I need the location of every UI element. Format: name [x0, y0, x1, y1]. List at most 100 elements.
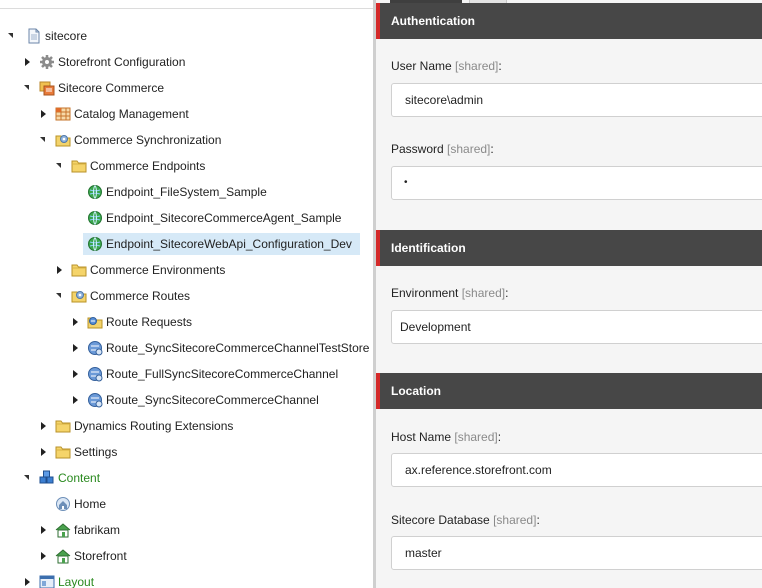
expand-toggle-route-sync[interactable] [71, 395, 81, 405]
tree-node-route-sync-teststore[interactable]: Route_SyncSitecoreCommerceChannelTestSto… [87, 337, 373, 359]
tree-node-label: Route_SyncSitecoreCommerceChannelTestSto… [106, 341, 370, 355]
expand-toggle-storefront[interactable] [39, 551, 49, 561]
field-label-text: Host Name [391, 430, 452, 444]
section-header-authentication[interactable]: Authentication [376, 3, 762, 39]
tree-node-commerce-routes[interactable]: Commerce Routes [71, 285, 194, 307]
expand-toggle-catalog-management[interactable] [39, 109, 49, 119]
expand-toggle-commerce-synchronization[interactable] [39, 135, 49, 145]
endpoint-globe-icon [87, 236, 103, 252]
route-icon [87, 366, 103, 382]
environment-field[interactable]: Development [391, 310, 762, 344]
tree-node-dynamics-routing[interactable]: Dynamics Routing Extensions [55, 415, 237, 437]
tree-node-label: Layout [58, 575, 95, 588]
expand-toggle-route-sync-teststore[interactable] [71, 343, 81, 353]
tree-node-label: Endpoint_SitecoreWebApi_Configuration_De… [106, 237, 352, 251]
expand-toggle-settings[interactable] [39, 447, 49, 457]
shared-tag: [shared] [455, 59, 499, 73]
tree-node-sitecore[interactable]: sitecore [26, 25, 91, 47]
tree-node-label: Endpoint_FileSystem_Sample [106, 185, 267, 199]
expand-toggle-commerce-environments[interactable] [55, 265, 65, 275]
field-label-password: Password [shared]: [391, 142, 494, 156]
shared-tag: [shared] [447, 142, 491, 156]
tree-node-label: Endpoint_SitecoreCommerceAgent_Sample [106, 211, 342, 225]
house-icon [55, 522, 71, 538]
password-field[interactable]: • [391, 166, 762, 200]
expand-toggle-content[interactable] [23, 473, 33, 483]
tree-top-divider [0, 8, 373, 9]
tree-node-fabrikam[interactable]: fabrikam [55, 519, 124, 541]
tree-node-sitecore-commerce[interactable]: Sitecore Commerce [39, 77, 168, 99]
tree-node-label: Dynamics Routing Extensions [74, 419, 234, 433]
tree-node-endpoint-commerceagent[interactable]: Endpoint_SitecoreCommerceAgent_Sample [87, 207, 345, 229]
tree-node-label: sitecore [45, 29, 88, 43]
tree-node-endpoint-webapi[interactable]: Endpoint_SitecoreWebApi_Configuration_De… [83, 233, 360, 255]
route-icon [87, 340, 103, 356]
tree-node-label: Commerce Synchronization [74, 133, 222, 147]
shared-tag: [shared] [461, 286, 506, 300]
colon: : [498, 59, 502, 73]
route-folder-icon [87, 314, 103, 330]
colon: : [505, 286, 509, 300]
section-header-location[interactable]: Location [376, 373, 762, 409]
tree-node-catalog-management[interactable]: Catalog Management [55, 103, 193, 125]
field-label-sitecore-database: Sitecore Database [shared]: [391, 513, 540, 527]
tree-node-route-fullsync[interactable]: Route_FullSyncSitecoreCommerceChannel [87, 363, 342, 385]
section-header-identification[interactable]: Identification [376, 230, 762, 266]
colon: : [490, 142, 494, 156]
tree-node-layout[interactable]: Layout [39, 571, 98, 588]
tree-node-label: Commerce Routes [90, 289, 191, 303]
user-name-field[interactable]: sitecore\admin [391, 83, 762, 117]
expand-toggle-fabrikam[interactable] [39, 525, 49, 535]
tree-node-label: Route Requests [106, 315, 193, 329]
expand-toggle-layout[interactable] [23, 577, 33, 587]
tree-node-storefront-configuration[interactable]: Storefront Configuration [39, 51, 189, 73]
expand-toggle-dynamics-routing[interactable] [39, 421, 49, 431]
tree-node-route-sync[interactable]: Route_SyncSitecoreCommerceChannel [87, 389, 323, 411]
tree-node-commerce-synchronization[interactable]: Commerce Synchronization [55, 129, 225, 151]
tree-node-label: Content [58, 471, 101, 485]
field-label-environment: Environment [shared]: [391, 286, 508, 300]
expand-toggle-route-requests[interactable] [71, 317, 81, 327]
tree-node-home[interactable]: Home [55, 493, 110, 515]
tree-node-storefront[interactable]: Storefront [55, 545, 131, 567]
colon: : [497, 430, 502, 444]
tree-node-label: Commerce Endpoints [90, 159, 206, 173]
layout-icon [39, 574, 55, 588]
field-label-text: Environment [391, 286, 459, 300]
expand-toggle-route-fullsync[interactable] [71, 369, 81, 379]
tree-node-endpoint-filesystem[interactable]: Endpoint_FileSystem_Sample [87, 181, 271, 203]
tree-node-label: Route_FullSyncSitecoreCommerceChannel [106, 367, 339, 381]
grid-icon [55, 106, 71, 122]
folder-icon [55, 418, 71, 434]
tree-node-label: Home [74, 497, 107, 511]
sitecore-database-field[interactable]: master [391, 536, 762, 570]
house-icon [55, 548, 71, 564]
host-name-field[interactable]: ax.reference.storefront.com [391, 453, 762, 487]
tree-node-settings[interactable]: Settings [55, 441, 121, 463]
gear-icon [39, 54, 55, 70]
tree-node-label: Catalog Management [74, 107, 189, 121]
field-label-text: User Name [391, 59, 452, 73]
home-icon [55, 496, 71, 512]
route-icon [87, 392, 103, 408]
tree-node-commerce-environments[interactable]: Commerce Environments [71, 259, 229, 281]
expand-toggle-commerce-routes[interactable] [55, 291, 65, 301]
content-tree: sitecore Storefront Configuration Siteco… [0, 0, 373, 588]
folder-icon [71, 262, 87, 278]
expand-toggle-commerce-endpoints[interactable] [55, 161, 65, 171]
folder-icon [71, 158, 87, 174]
shared-tag: [shared] [493, 513, 537, 527]
tree-node-label: Sitecore Commerce [58, 81, 165, 95]
sync-folder-icon [55, 132, 71, 148]
expand-toggle-storefront-configuration[interactable] [23, 57, 33, 67]
item-editor: Authentication User Name [shared]: sitec… [376, 0, 762, 588]
folder-icon [55, 444, 71, 460]
tree-node-content[interactable]: Content [39, 467, 104, 489]
tree-node-route-requests[interactable]: Route Requests [87, 311, 196, 333]
tree-node-label: Route_SyncSitecoreCommerceChannel [106, 393, 319, 407]
tree-node-label: fabrikam [74, 523, 121, 537]
expand-toggle-sitecore-commerce[interactable] [23, 83, 33, 93]
tree-node-commerce-endpoints[interactable]: Commerce Endpoints [71, 155, 209, 177]
expand-toggle-sitecore[interactable] [7, 31, 17, 41]
tree-node-label: Settings [74, 445, 118, 459]
